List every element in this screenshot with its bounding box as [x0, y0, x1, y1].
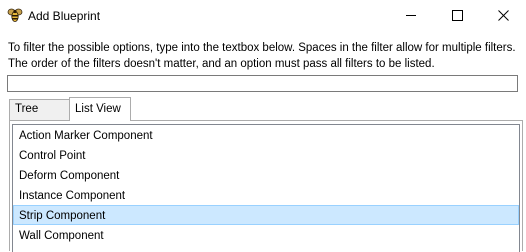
list-item[interactable]: Deform Component — [13, 165, 519, 185]
blueprint-listbox[interactable]: Action Marker Component Control Point De… — [12, 124, 520, 252]
window-title: Add Blueprint — [28, 9, 101, 23]
list-item[interactable]: Instance Component — [13, 185, 519, 205]
list-item-label: Instance Component — [19, 190, 126, 202]
list-item-label: Control Point — [19, 150, 86, 162]
list-item[interactable]: Action Marker Component — [13, 125, 519, 145]
list-item-label: Strip Component — [19, 210, 106, 222]
add-blueprint-window: Add Blueprint To filter the possible opt… — [0, 0, 526, 252]
title-bar[interactable]: Add Blueprint — [0, 0, 526, 31]
list-item-label: Deform Component — [19, 170, 120, 182]
filter-instructions: To filter the possible options, type int… — [8, 42, 516, 70]
tab-tree-view[interactable]: Tree View — [9, 99, 70, 134]
minimize-icon — [406, 15, 416, 16]
list-item[interactable]: Control Point — [13, 145, 519, 165]
list-item-label: Wall Component — [19, 230, 104, 242]
close-button[interactable] — [480, 0, 526, 31]
list-item-label: Action Marker Component — [19, 130, 153, 142]
maximize-button[interactable] — [434, 0, 480, 31]
close-icon — [498, 10, 509, 21]
tab-list-view[interactable]: List View — [69, 97, 131, 121]
maximize-icon — [452, 10, 463, 21]
tab-label: List View — [75, 103, 121, 115]
minimize-button[interactable] — [388, 0, 434, 31]
list-item[interactable]: Wall Component — [13, 225, 519, 245]
bee-icon — [7, 7, 23, 23]
list-view-panel: Action Marker Component Control Point De… — [9, 120, 523, 252]
list-item-selected[interactable]: Strip Component — [13, 205, 519, 225]
filter-input[interactable] — [7, 75, 518, 92]
